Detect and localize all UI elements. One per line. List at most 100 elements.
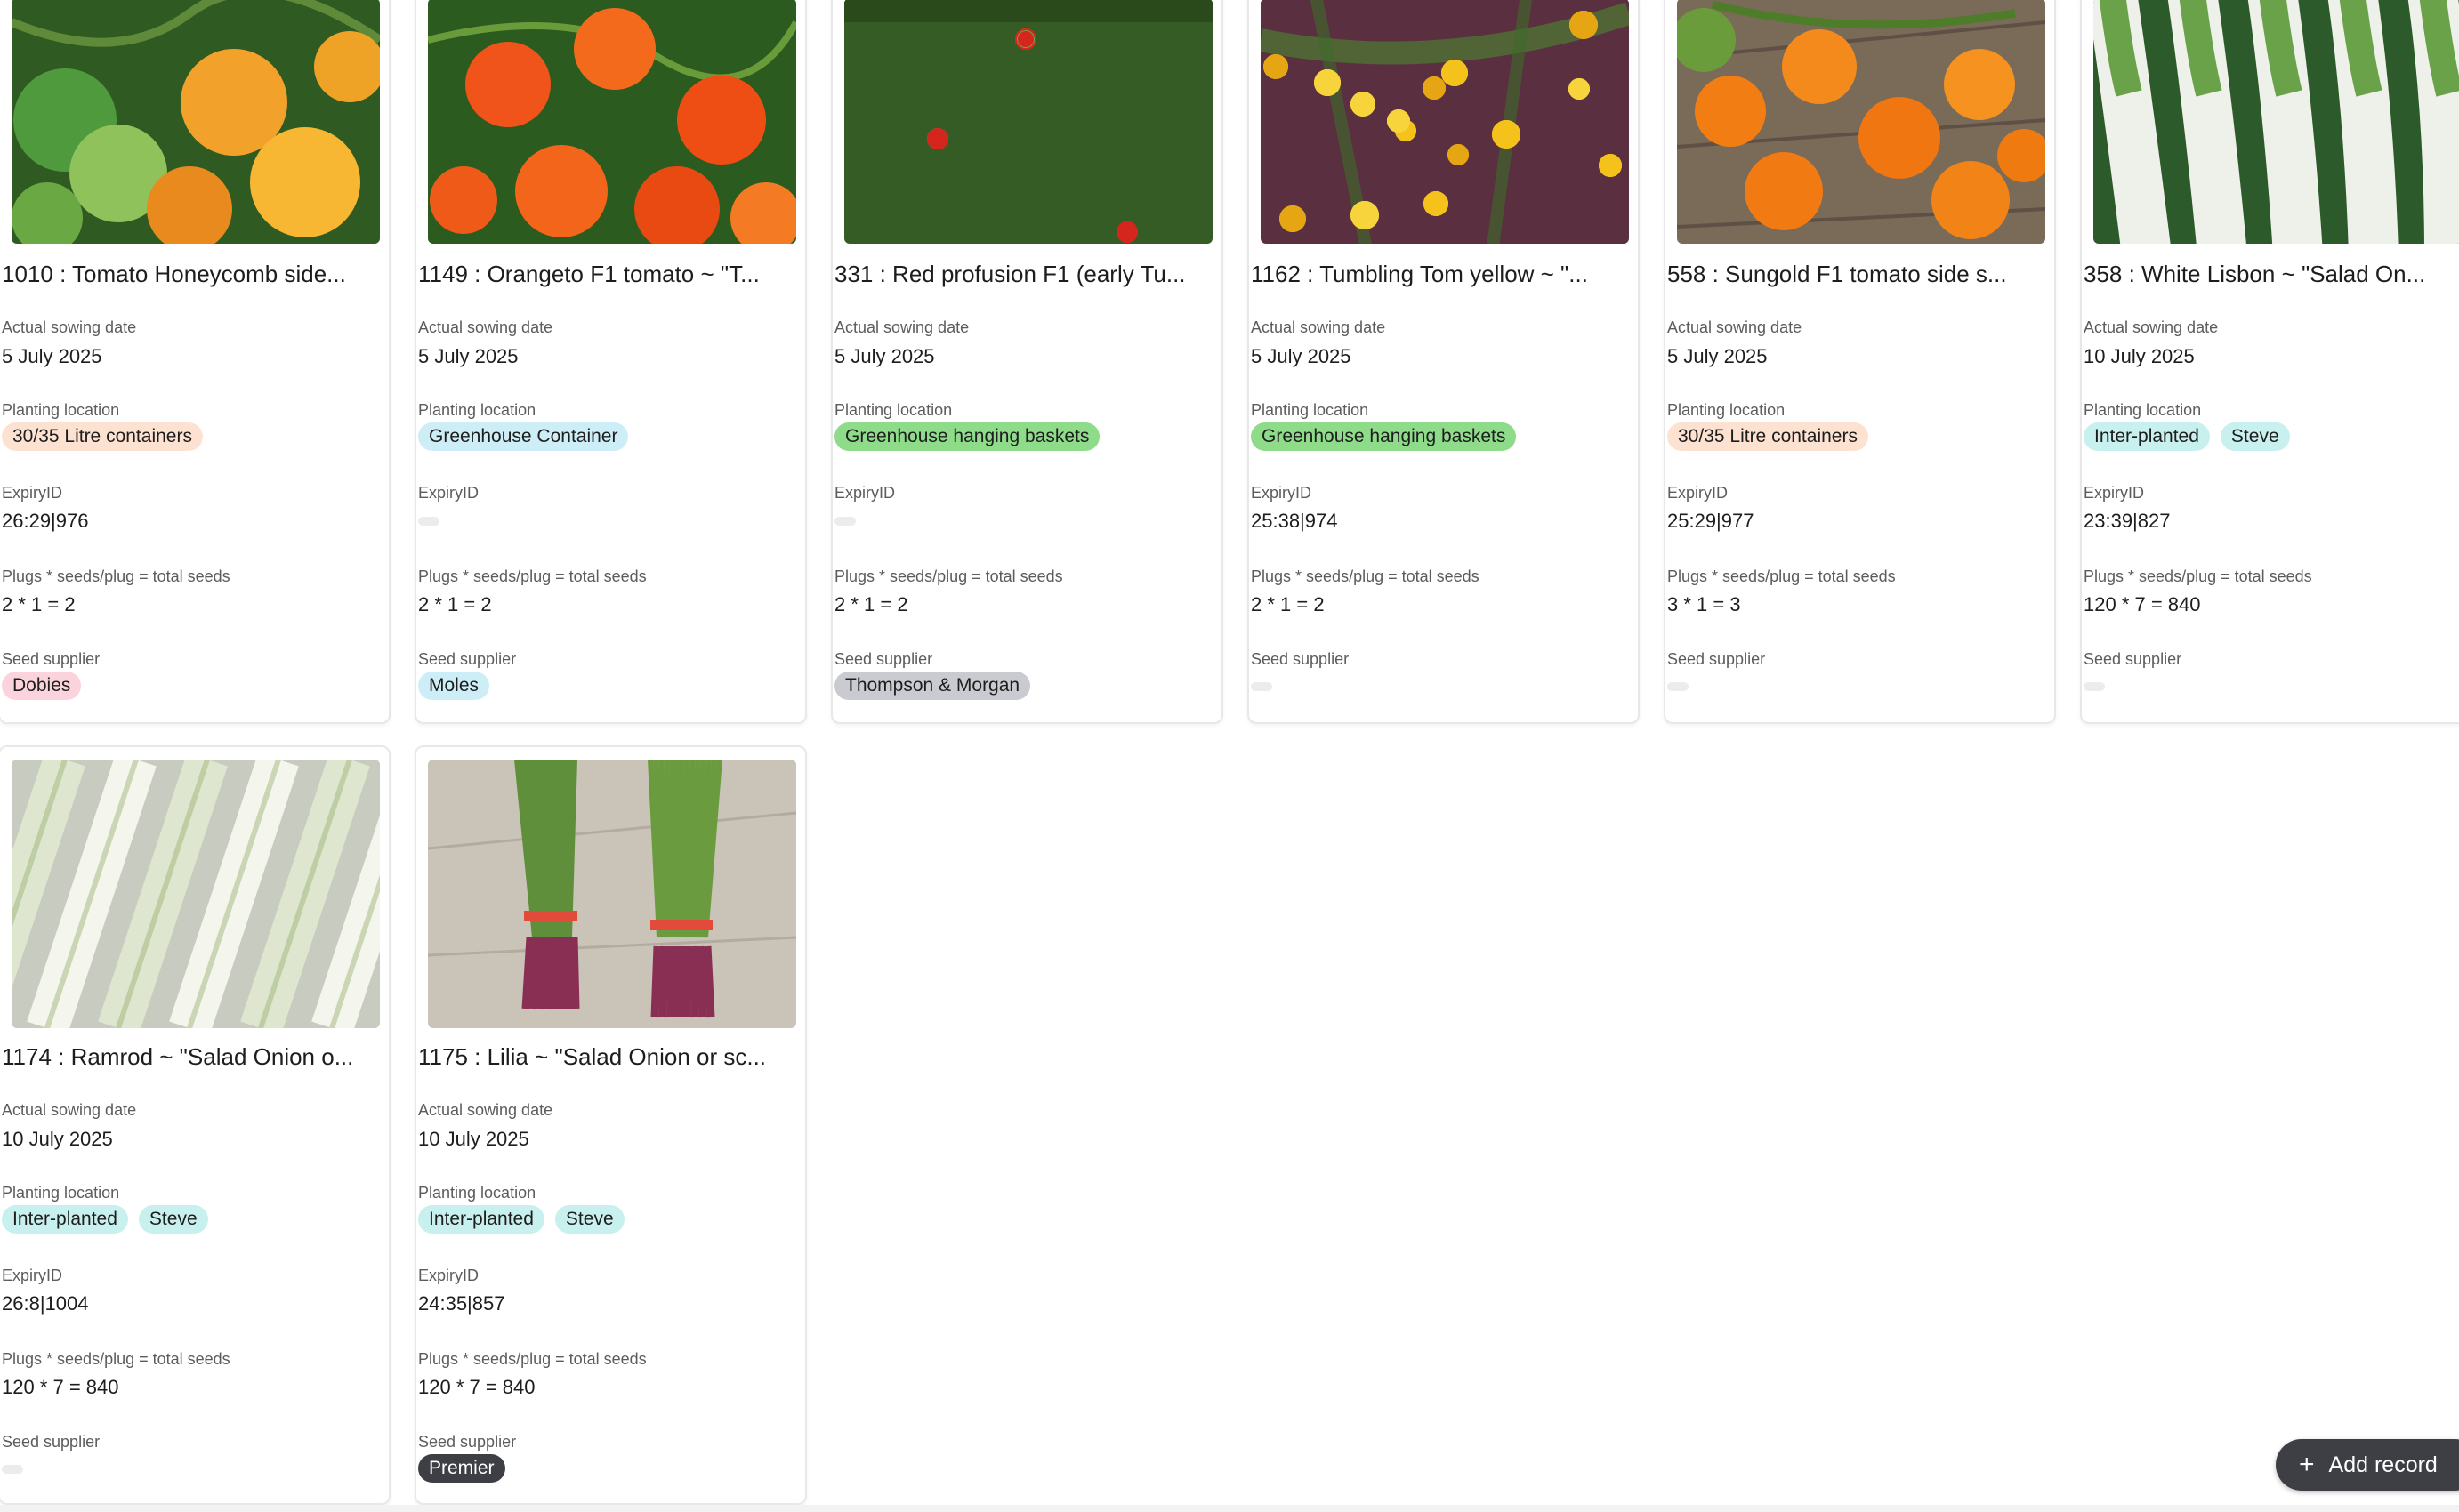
expiry-id-label: ExpiryID	[2084, 484, 2145, 502]
planting-location-chip: 30/35 Litre containers	[2, 422, 203, 451]
expiry-id-value: 25:29|977	[1667, 510, 1754, 532]
sowing-date-value: 10 July 2025	[418, 1128, 529, 1150]
seed-supplier-chip: Moles	[418, 672, 490, 700]
expiry-id-label: ExpiryID	[1667, 484, 1729, 502]
record-title: 331 : Red profusion F1 (early Tu...	[834, 261, 1186, 287]
record-thumbnail	[1261, 0, 1629, 244]
expiry-id-label: ExpiryID	[2, 484, 63, 502]
planting-location-label: Planting location	[418, 1184, 536, 1202]
record-thumbnail	[1677, 0, 2045, 244]
expiry-id-value: 26:8|1004	[2, 1292, 89, 1315]
planting-location-label: Planting location	[418, 401, 536, 419]
seed-supplier-chips-empty	[1251, 682, 1272, 691]
gallery-view: 1010 : Tomato Honeycomb side... Actual so…	[0, 0, 2459, 1512]
record-title: 1149 : Orangeto F1 tomato ~ "T...	[418, 261, 760, 287]
sowing-date-label: Actual sowing date	[2084, 318, 2219, 336]
seeds-formula-value: 120 * 7 = 840	[2084, 593, 2201, 615]
sowing-date-label: Actual sowing date	[2, 318, 137, 336]
planting-location-chip: Greenhouse hanging baskets	[1251, 422, 1517, 451]
record-thumbnail	[12, 0, 380, 244]
record-title: 1175 : Lilia ~ "Salad Onion or sc...	[418, 1043, 767, 1070]
planting-location-chip: Inter-planted	[418, 1205, 544, 1234]
seeds-formula-label: Plugs * seeds/plug = total seeds	[1667, 567, 1896, 585]
sowing-date-value: 5 July 2025	[2, 345, 102, 367]
sowing-date-label: Actual sowing date	[834, 318, 970, 336]
planting-location-chips: Inter-planted Steve	[2, 1205, 208, 1234]
expiry-id-value: 23:39|827	[2084, 510, 2171, 532]
planting-location-label: Planting location	[834, 401, 953, 419]
planting-location-chips: 30/35 Litre containers	[2, 422, 203, 451]
sowing-date-label: Actual sowing date	[2, 1101, 137, 1119]
record-title: 1174 : Ramrod ~ "Salad Onion o...	[2, 1043, 354, 1070]
seed-supplier-chips: Dobies	[2, 672, 82, 700]
planting-location-label: Planting location	[2, 401, 120, 419]
sowing-date-value: 5 July 2025	[834, 345, 935, 367]
seed-supplier-chip: Thompson & Morgan	[834, 672, 1031, 700]
planting-location-chip: Inter-planted	[2084, 422, 2210, 451]
record-thumbnail	[428, 760, 796, 1028]
expiry-id-value-empty	[834, 517, 856, 526]
seeds-formula-value: 2 * 1 = 2	[418, 593, 492, 615]
expiry-id-label: ExpiryID	[1251, 484, 1312, 502]
record-card[interactable]: 1174 : Ramrod ~ "Salad Onion o... Actual …	[0, 745, 391, 1505]
sowing-date-value: 5 July 2025	[1251, 345, 1351, 367]
planting-location-label: Planting location	[1251, 401, 1369, 419]
record-title: 558 : Sungold F1 tomato side s...	[1667, 261, 2007, 287]
expiry-id-value: 25:38|974	[1251, 510, 1338, 532]
sowing-date-value: 5 July 2025	[1667, 345, 1768, 367]
seed-supplier-label: Seed supplier	[834, 650, 933, 668]
planting-location-chip: Inter-planted	[2, 1205, 128, 1234]
seed-supplier-chip: Dobies	[2, 672, 82, 700]
planting-location-chips: 30/35 Litre containers	[1667, 422, 1868, 451]
seed-supplier-label: Seed supplier	[1667, 650, 1766, 668]
seeds-formula-value: 3 * 1 = 3	[1667, 593, 1741, 615]
planting-location-chips: Greenhouse hanging baskets	[834, 422, 1101, 451]
sowing-date-label: Actual sowing date	[1251, 318, 1386, 336]
record-thumbnail	[428, 0, 796, 244]
expiry-id-value: 26:29|976	[2, 510, 89, 532]
record-title: 1010 : Tomato Honeycomb side...	[2, 261, 346, 287]
planting-location-chips: Inter-planted Steve	[2084, 422, 2290, 451]
expiry-id-label: ExpiryID	[418, 484, 480, 502]
record-card[interactable]: 1175 : Lilia ~ "Salad Onion or sc... Actu…	[415, 745, 807, 1505]
record-title: 358 : White Lisbon ~ "Salad On...	[2084, 261, 2426, 287]
record-thumbnail	[844, 0, 1213, 244]
planting-location-chip: 30/35 Litre containers	[1667, 422, 1868, 451]
planting-location-label: Planting location	[2084, 401, 2202, 419]
expiry-id-label: ExpiryID	[418, 1267, 480, 1284]
add-record-button[interactable]: + Add record	[2276, 1439, 2459, 1491]
sowing-date-value: 10 July 2025	[2, 1128, 113, 1150]
seed-supplier-label: Seed supplier	[1251, 650, 1350, 668]
record-card[interactable]: 1149 : Orangeto F1 tomato ~ "T... Actual …	[415, 0, 807, 724]
record-card[interactable]: 358 : White Lisbon ~ "Salad On... Actual …	[2080, 0, 2459, 724]
seed-supplier-chips: Moles	[418, 672, 490, 700]
planting-location-chips: Greenhouse hanging baskets	[1251, 422, 1517, 451]
sowing-date-value: 5 July 2025	[418, 345, 519, 367]
planting-location-chip: Steve	[138, 1205, 208, 1234]
sowing-date-value: 10 July 2025	[2084, 345, 2195, 367]
seeds-formula-value: 2 * 1 = 2	[834, 593, 908, 615]
planting-location-label: Planting location	[2, 1184, 120, 1202]
record-card[interactable]: 1010 : Tomato Honeycomb side... Actual so…	[0, 0, 391, 724]
seed-supplier-chips-empty	[2084, 682, 2105, 691]
planting-location-chips: Greenhouse Container	[418, 422, 629, 451]
sowing-date-label: Actual sowing date	[418, 318, 553, 336]
seeds-formula-value: 2 * 1 = 2	[2, 593, 76, 615]
record-card[interactable]: 331 : Red profusion F1 (early Tu... Actua…	[831, 0, 1223, 724]
seeds-formula-label: Plugs * seeds/plug = total seeds	[2084, 567, 2312, 585]
seeds-formula-label: Plugs * seeds/plug = total seeds	[834, 567, 1063, 585]
record-thumbnail	[12, 760, 380, 1028]
seeds-formula-value: 120 * 7 = 840	[418, 1376, 536, 1398]
seed-supplier-chips: Premier	[418, 1454, 505, 1483]
record-title: 1162 : Tumbling Tom yellow ~ "...	[1251, 261, 1588, 287]
planting-location-label: Planting location	[1667, 401, 1786, 419]
record-card[interactable]: 1162 : Tumbling Tom yellow ~ "... Actual …	[1247, 0, 1640, 724]
seed-supplier-chips-empty	[2, 1465, 23, 1474]
expiry-id-label: ExpiryID	[834, 484, 896, 502]
record-thumbnail	[2093, 0, 2459, 244]
expiry-id-value: 24:35|857	[418, 1292, 505, 1315]
record-card[interactable]: 558 : Sungold F1 tomato side s... Actual …	[1664, 0, 2056, 724]
seed-supplier-label: Seed supplier	[2084, 650, 2182, 668]
sowing-date-label: Actual sowing date	[418, 1101, 553, 1119]
seeds-formula-label: Plugs * seeds/plug = total seeds	[418, 1350, 647, 1368]
